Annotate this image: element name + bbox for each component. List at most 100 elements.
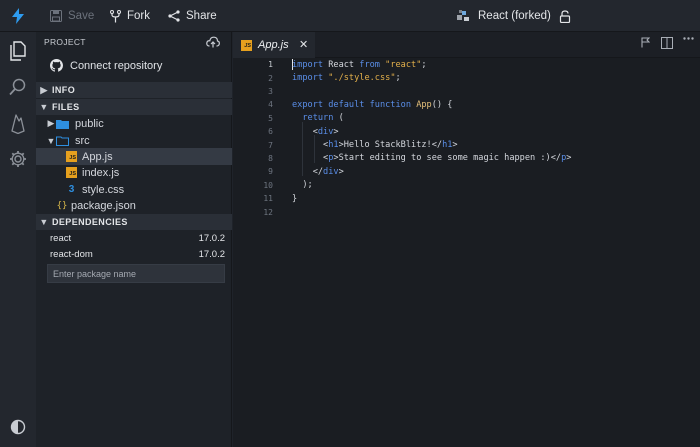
tree-item-label: style.css (82, 183, 125, 196)
settings-gear-icon[interactable] (8, 149, 28, 169)
close-icon[interactable]: ✕ (299, 38, 308, 51)
json-file-icon: {} (56, 200, 68, 211)
dependency-name: react (50, 232, 72, 244)
fork-icon (110, 9, 121, 22)
files-icon[interactable] (8, 41, 28, 61)
code-editor[interactable]: 1 import React from "react"; 2 import ".… (233, 58, 700, 447)
tab-app-js[interactable]: JS App.js ✕ (233, 32, 315, 58)
sidebar: PROJECT Connect repository ▶ INFO ▼ FILE… (36, 32, 232, 447)
project-section-header: PROJECT (44, 37, 86, 47)
stackblitz-logo-icon[interactable] (0, 0, 36, 32)
dependency-name: react-dom (50, 248, 93, 260)
activity-bar (0, 32, 36, 447)
package-name-input[interactable] (47, 264, 225, 283)
upload-cloud-icon[interactable] (206, 36, 220, 51)
tree-item-label: src (75, 134, 90, 147)
share-button[interactable]: Share (168, 0, 217, 32)
line-number: 1 (268, 60, 273, 70)
code-line: 9 </div> (233, 165, 700, 178)
top-toolbar: Save Fork Share React (forked) (0, 0, 700, 32)
fork-label: Fork (127, 10, 150, 22)
dependency-version: 17.0.2 (198, 232, 225, 244)
line-number: 9 (268, 167, 273, 177)
code-line: 8 <p>Start editing to see some magic hap… (233, 152, 700, 165)
code-text: import React from "react"; (292, 59, 427, 71)
dependency-row[interactable]: react 17.0.2 (50, 231, 225, 245)
code-text: <div> (292, 126, 339, 137)
line-number: 3 (268, 86, 273, 96)
share-label: Share (186, 10, 217, 22)
code-line: 1 import React from "react"; (233, 58, 700, 71)
github-icon (50, 59, 63, 72)
lock-icon[interactable] (559, 9, 571, 23)
tree-folder-public[interactable]: ▶ public (36, 115, 232, 132)
project-title-area: React (forked) (456, 0, 571, 32)
code-line: 3 (233, 85, 700, 98)
js-file-icon: JS (66, 167, 77, 178)
folder-icon (56, 119, 69, 129)
chevron-down-icon: ▼ (39, 217, 49, 227)
code-text: } (292, 193, 298, 204)
tab-label: App.js (258, 39, 289, 51)
line-number: 5 (268, 113, 273, 123)
code-line: 11 } (233, 192, 700, 205)
files-section-header[interactable]: ▼ FILES (36, 99, 232, 115)
code-text: export default function App() { (292, 99, 453, 110)
code-line: 2 import "./style.css"; (233, 71, 700, 84)
tree-folder-src[interactable]: ▼ src (36, 132, 232, 149)
editor-tab-bar: JS App.js ✕ (233, 32, 700, 58)
line-number: 8 (268, 153, 273, 163)
js-file-icon: JS (66, 151, 77, 162)
code-text: <h1>Hello StackBlitz!</h1> (292, 140, 458, 151)
files-header-label: FILES (52, 102, 80, 112)
firebase-icon[interactable] (8, 114, 28, 134)
more-options-icon[interactable] (683, 37, 694, 40)
code-line: 5 return ( (233, 112, 700, 125)
tree-item-label: package.json (71, 199, 136, 212)
line-number: 6 (268, 127, 273, 137)
code-line: 12 (233, 205, 700, 218)
chevron-down-icon: ▼ (46, 135, 56, 146)
line-number: 4 (268, 100, 273, 110)
code-line: 7 <h1>Hello StackBlitz!</h1> (233, 138, 700, 151)
split-editor-icon[interactable] (661, 37, 673, 49)
dependency-version: 17.0.2 (198, 248, 225, 260)
tree-item-label: App.js (82, 150, 113, 163)
project-avatar-icon (457, 10, 469, 21)
save-icon (50, 10, 62, 22)
code-line: 4 export default function App() { (233, 98, 700, 111)
preview-flag-icon[interactable] (641, 37, 650, 48)
line-number: 7 (268, 140, 273, 150)
css-file-icon: 3 (68, 184, 75, 195)
line-number: 11 (263, 194, 273, 204)
tree-file-index-js[interactable]: JS index.js (36, 164, 232, 181)
dependencies-section-header[interactable]: ▼ DEPENDENCIES (36, 214, 232, 230)
tree-file-package-json[interactable]: {} package.json (36, 197, 232, 214)
line-number: 2 (268, 73, 273, 83)
code-text: import "./style.css"; (292, 73, 401, 84)
search-icon[interactable] (8, 77, 28, 97)
tree-file-app-js[interactable]: JS App.js (36, 148, 232, 165)
code-line: 10 ); (233, 179, 700, 192)
line-number: 12 (263, 207, 273, 217)
tree-item-label: public (75, 117, 104, 130)
share-icon (168, 10, 180, 22)
tree-item-label: index.js (82, 166, 120, 179)
connect-repository-button[interactable]: Connect repository (50, 59, 162, 72)
connect-repository-label: Connect repository (70, 59, 163, 72)
chevron-down-icon: ▼ (39, 102, 49, 112)
dependency-row[interactable]: react-dom 17.0.2 (50, 247, 225, 261)
line-number: 10 (263, 180, 273, 190)
save-button[interactable]: Save (50, 0, 94, 32)
code-text: </div> (292, 166, 344, 177)
project-title[interactable]: React (forked) (478, 10, 551, 22)
fork-button[interactable]: Fork (110, 0, 150, 32)
info-section-header[interactable]: ▶ INFO (36, 82, 232, 98)
code-text: <p>Start editing to see some magic happe… (292, 153, 572, 164)
chevron-right-icon: ▶ (40, 84, 48, 95)
theme-toggle-icon[interactable] (8, 417, 28, 437)
save-label: Save (68, 10, 95, 22)
code-line: 6 <div> (233, 125, 700, 138)
tree-file-style-css[interactable]: 3 style.css (36, 181, 232, 198)
js-file-icon: JS (241, 39, 252, 51)
